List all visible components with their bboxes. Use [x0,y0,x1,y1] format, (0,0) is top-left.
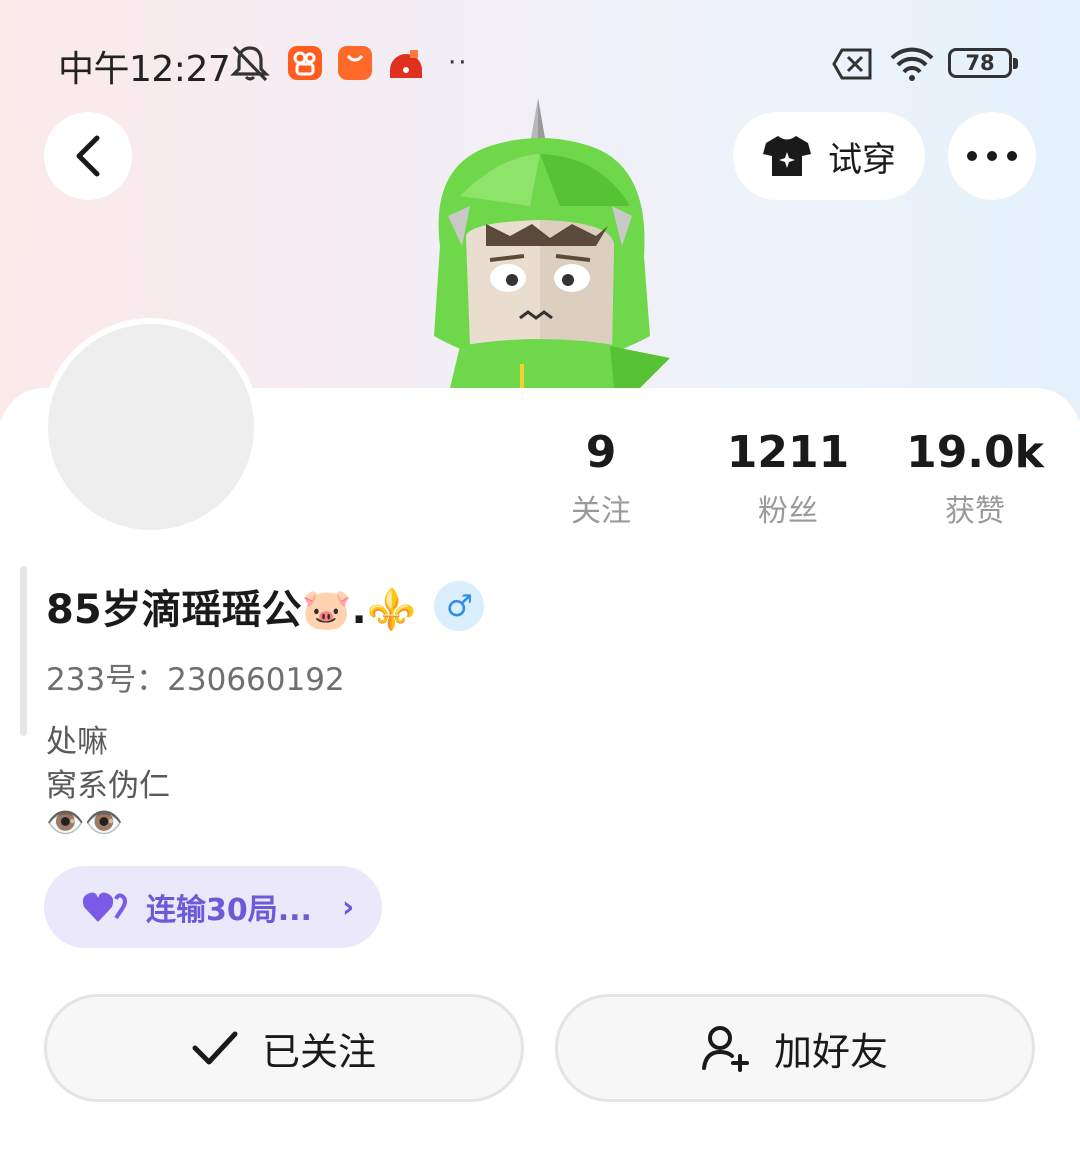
add-friend-button[interactable]: 加好友 [555,994,1035,1102]
stat-likes[interactable]: 19.0k 获赞 [895,428,1055,530]
game-app-icon [388,46,424,82]
add-friend-label: 加好友 [773,1029,888,1074]
stat-value: 1211 [726,427,850,478]
try-on-button[interactable]: 试穿 [733,112,925,200]
achievement-chip[interactable]: 连输30局... › [44,866,382,948]
stat-label: 获赞 [945,494,1005,529]
stat-label: 关注 [571,494,631,529]
wifi-icon [890,47,934,81]
bio-line: 窝系伪仁 [46,768,170,804]
bio-line: 👁️👁️ [46,805,124,841]
kuaishou-app-icon [288,46,322,80]
sim-off-icon [832,48,872,80]
add-user-icon [701,1026,749,1072]
stat-value: 19.0k [906,427,1044,478]
back-button[interactable] [44,112,132,200]
try-on-label: 试穿 [828,139,896,180]
more-horizontal-icon [967,151,1017,161]
more-button[interactable] [948,112,1036,200]
tshirt-icon [763,136,811,176]
avatar[interactable] [42,318,260,536]
status-bar: 中午12:27 ·· 78 [0,30,1080,96]
stat-following[interactable]: 9 关注 [521,428,681,530]
battery-icon: 78 [948,48,1018,78]
chevron-right-icon: › [341,889,355,925]
achievement-label: 连输30局... [146,893,312,928]
username-row: 85岁滴瑶瑶公🐷.⚜️ ♂ [46,578,485,634]
scroll-indicator [20,566,27,736]
check-icon [192,1031,238,1065]
stat-value: 9 [585,427,617,478]
followed-button[interactable]: 已关注 [44,994,524,1102]
gender-male-icon: ♂ [434,581,485,631]
mi-store-app-icon [338,46,372,80]
stat-label: 粉丝 [758,494,818,529]
status-time: 中午12:27 [58,49,231,90]
more-notifications: ·· [448,48,469,78]
bio-line: 处嘛 [46,724,108,760]
username: 85岁滴瑶瑶公🐷.⚜️ [46,587,417,633]
character-avatar-image [434,98,670,388]
followed-label: 已关注 [261,1029,376,1074]
heart-icon [82,892,127,922]
chevron-left-icon [76,135,100,177]
user-id[interactable]: 233号：230660192 [46,654,345,699]
stat-followers[interactable]: 1211 粉丝 [708,428,868,530]
mute-icon [230,45,270,82]
